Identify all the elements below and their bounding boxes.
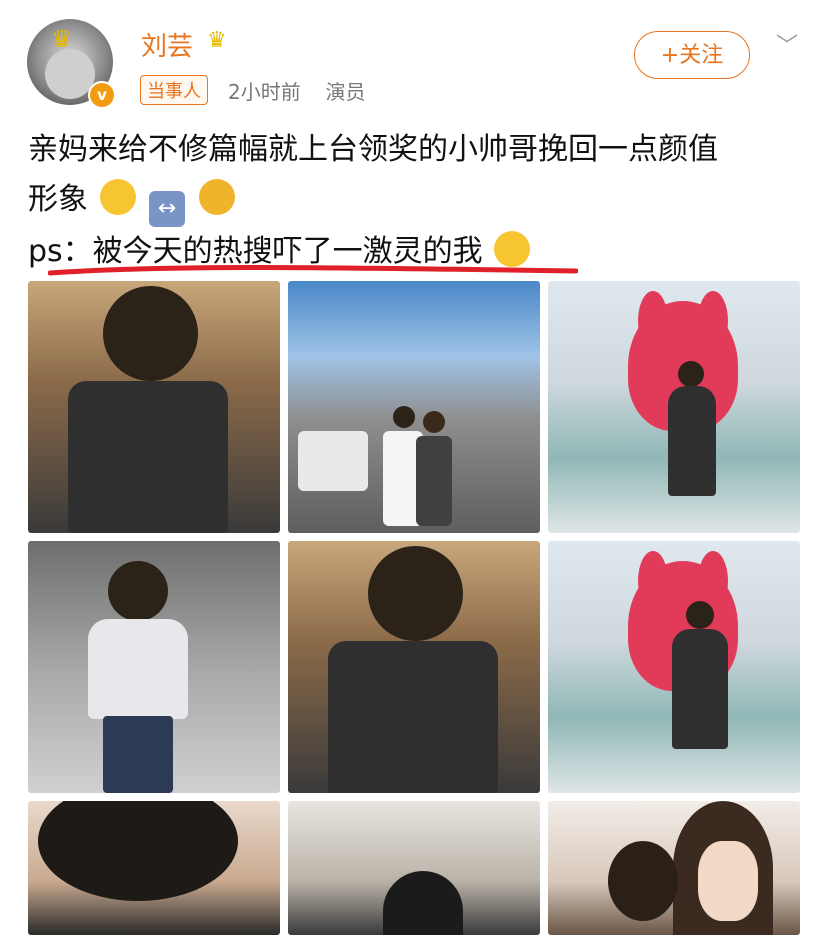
photo-1[interactable] <box>28 281 280 533</box>
post-line-1: 亲妈来给不修篇幅就上台领奖的小帅哥挽回一点颜值 <box>28 132 718 167</box>
post-line-2-text: 形象 <box>28 182 88 217</box>
rofl-emoji-icon <box>198 179 235 215</box>
post-meta: 2小时前 演员 <box>228 76 365 105</box>
photo-4[interactable] <box>28 541 280 793</box>
photo-8[interactable] <box>288 801 540 935</box>
verified-badge-icon: v <box>88 81 116 109</box>
photo-grid <box>28 281 800 935</box>
photo-6[interactable] <box>548 541 800 793</box>
post-time: 2小时前 <box>228 80 301 104</box>
silly-face-emoji-icon <box>494 231 531 267</box>
party-tag: 当事人 <box>140 75 208 105</box>
crown-icon: ♛ <box>207 28 227 53</box>
chevron-down-icon[interactable]: ﹀ <box>776 28 798 60</box>
post-line-2: 形象 ↔ <box>28 175 808 227</box>
follow-button[interactable]: +关注 <box>634 31 750 79</box>
photo-2[interactable] <box>288 281 540 533</box>
red-underline <box>48 265 578 276</box>
post-text: 亲妈来给不修篇幅就上台领奖的小帅哥挽回一点颜值 形象 ↔ ps：被今天的热搜吓了… <box>28 125 808 277</box>
smile-emoji-icon <box>99 179 136 215</box>
photo-9[interactable] <box>548 801 800 935</box>
user-name[interactable]: 刘芸 <box>141 26 193 63</box>
photo-7[interactable] <box>28 801 280 935</box>
user-role: 演员 <box>325 80 366 104</box>
photo-5[interactable] <box>288 541 540 793</box>
photo-3[interactable] <box>548 281 800 533</box>
left-right-arrow-emoji-icon: ↔ <box>149 191 186 227</box>
